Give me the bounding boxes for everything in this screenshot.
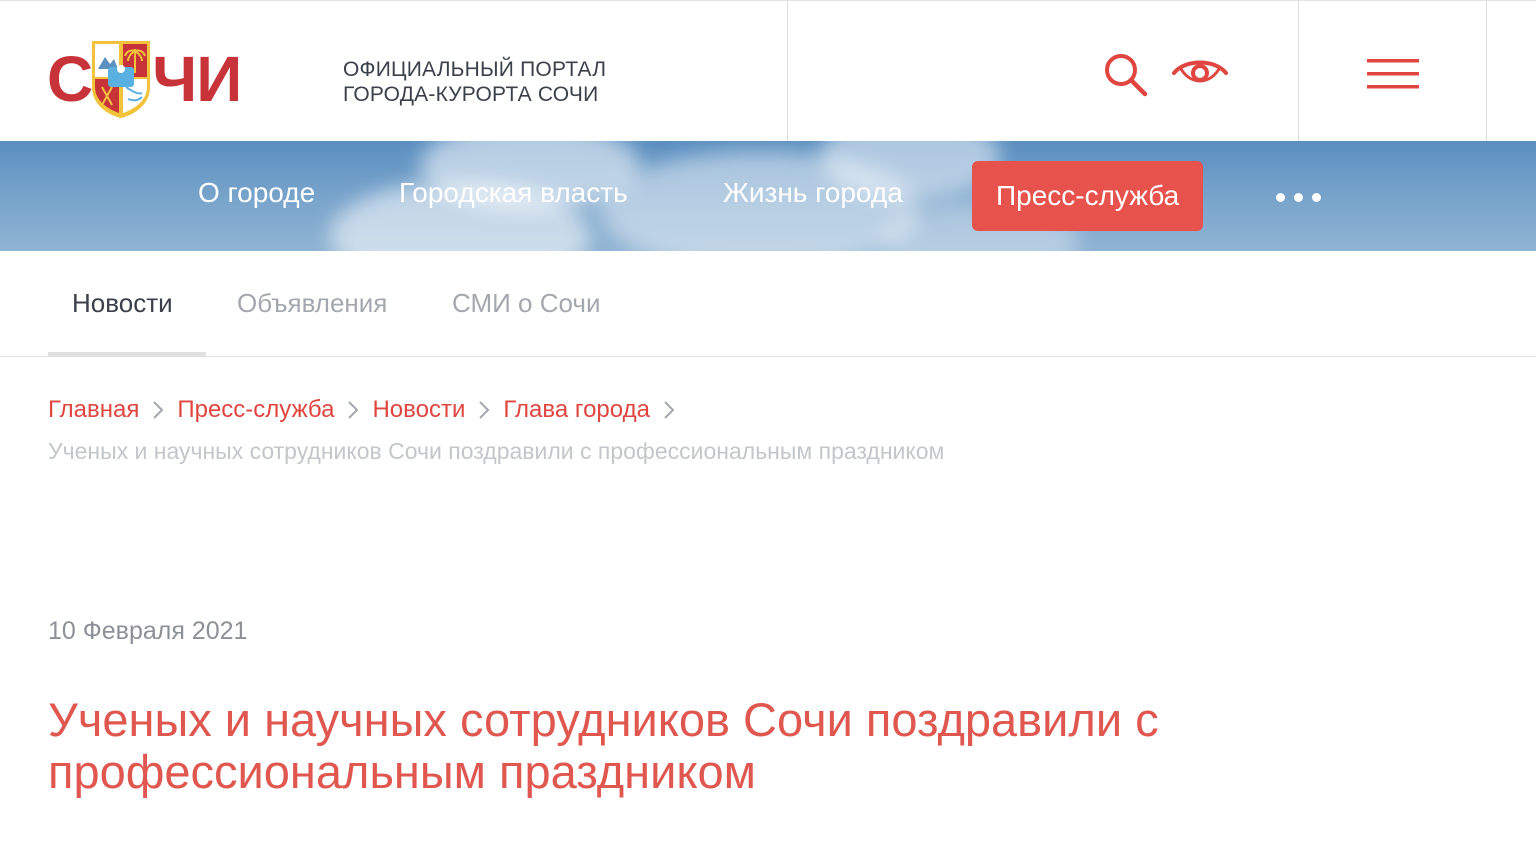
site-header: С ЧИ Официальный портал города-курорта С… <box>0 0 1536 142</box>
breadcrumb-current: Ученых и научных сотрудников Сочи поздра… <box>48 438 945 464</box>
breadcrumb-head-of-city[interactable]: Глава города <box>503 396 650 424</box>
nav-item-about-city[interactable]: О городе <box>198 177 315 209</box>
nav-item-city-government[interactable]: Городская власть <box>399 177 628 209</box>
search-button[interactable] <box>1100 49 1152 101</box>
eye-icon <box>1172 60 1228 83</box>
coat-of-arms-icon <box>92 41 151 118</box>
tab-announcements[interactable]: Объявления <box>237 288 387 319</box>
search-icon <box>1105 54 1148 97</box>
section-tabs: Новости Объявления СМИ о Сочи <box>0 251 1536 357</box>
main-nav: О городе Городская власть Жизнь города П… <box>0 141 1536 251</box>
header-divider <box>1298 1 1299 142</box>
tab-media-about-sochi[interactable]: СМИ о Сочи <box>452 288 600 319</box>
active-tab-indicator <box>48 352 206 357</box>
more-dots-icon[interactable] <box>1276 193 1321 202</box>
chevron-right-icon <box>465 400 503 420</box>
chevron-right-icon <box>334 400 372 420</box>
logo-text-right: ЧИ <box>152 43 242 115</box>
nav-item-city-life[interactable]: Жизнь города <box>723 177 903 209</box>
breadcrumb-news[interactable]: Новости <box>372 396 465 424</box>
nav-item-press-service[interactable]: Пресс-служба <box>972 161 1204 231</box>
breadcrumb-press-service[interactable]: Пресс-служба <box>177 396 334 424</box>
hamburger-menu-icon <box>1367 59 1419 89</box>
breadcrumb: Главная Пресс-служба Новости Глава город… <box>48 396 688 424</box>
chevron-right-icon <box>650 400 688 420</box>
header-divider <box>787 1 788 142</box>
header-divider <box>1486 1 1487 142</box>
accessibility-button[interactable] <box>1170 51 1230 95</box>
chevron-right-icon <box>139 400 177 420</box>
portal-title-line2: города-курорта Сочи <box>343 83 599 106</box>
site-logo[interactable]: С ЧИ <box>47 39 242 119</box>
article-title: Ученых и научных сотрудников Сочи поздра… <box>48 693 1159 798</box>
portal-title: Официальный портал города-курорта Сочи <box>343 57 606 107</box>
article-date: 10 Февраля 2021 <box>48 617 248 645</box>
breadcrumb-home[interactable]: Главная <box>48 396 139 424</box>
portal-title-line1: Официальный портал <box>343 58 607 81</box>
menu-button[interactable] <box>1362 53 1424 93</box>
logo-text-left: С <box>47 43 93 115</box>
tab-news[interactable]: Новости <box>72 288 173 319</box>
